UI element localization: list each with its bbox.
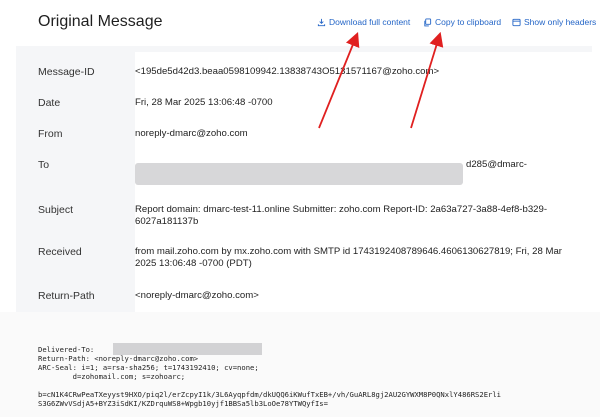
field-label: Received <box>38 246 82 258</box>
show-only-headers-label: Show only headers <box>524 17 597 27</box>
download-full-content-link[interactable]: Download full content <box>317 17 410 27</box>
redacted-delivered-to <box>113 343 262 355</box>
headers-icon <box>512 18 521 26</box>
copy-to-clipboard-label: Copy to clipboard <box>435 17 502 27</box>
raw-headers-text: Delivered-To: Return-Path: <noreply-dmar… <box>38 345 502 408</box>
field-label: Message-ID <box>38 66 95 78</box>
field-value: Report domain: dmarc-test-11.online Subm… <box>135 204 548 227</box>
field-value: d285@dmarc- <box>466 159 527 170</box>
field-value: <noreply-dmarc@zoho.com> <box>135 290 259 301</box>
field-value: Fri, 28 Mar 2025 13:06:48 -0700 <box>135 97 273 108</box>
header: Original Message Download full content C… <box>0 0 600 46</box>
page-title: Original Message <box>38 13 163 30</box>
field-value: noreply-dmarc@zoho.com <box>135 128 248 139</box>
field-label: Date <box>38 97 61 109</box>
download-full-content-label: Download full content <box>329 17 411 27</box>
field-label: Return-Path <box>38 290 95 302</box>
field-value: from mail.zoho.com by mx.zoho.com with S… <box>135 246 562 269</box>
download-icon <box>317 18 326 26</box>
redacted-recipient <box>135 163 463 185</box>
field-label: Subject <box>38 204 74 216</box>
show-only-headers-link[interactable]: Show only headers <box>512 17 596 27</box>
field-label: From <box>38 128 63 140</box>
copy-to-clipboard-link[interactable]: Copy to clipboard <box>423 17 501 27</box>
field-value: <195de5d42d3.beaa0598109942.13838743O513… <box>135 66 440 77</box>
copy-icon <box>424 17 432 26</box>
field-label: To <box>38 159 50 171</box>
